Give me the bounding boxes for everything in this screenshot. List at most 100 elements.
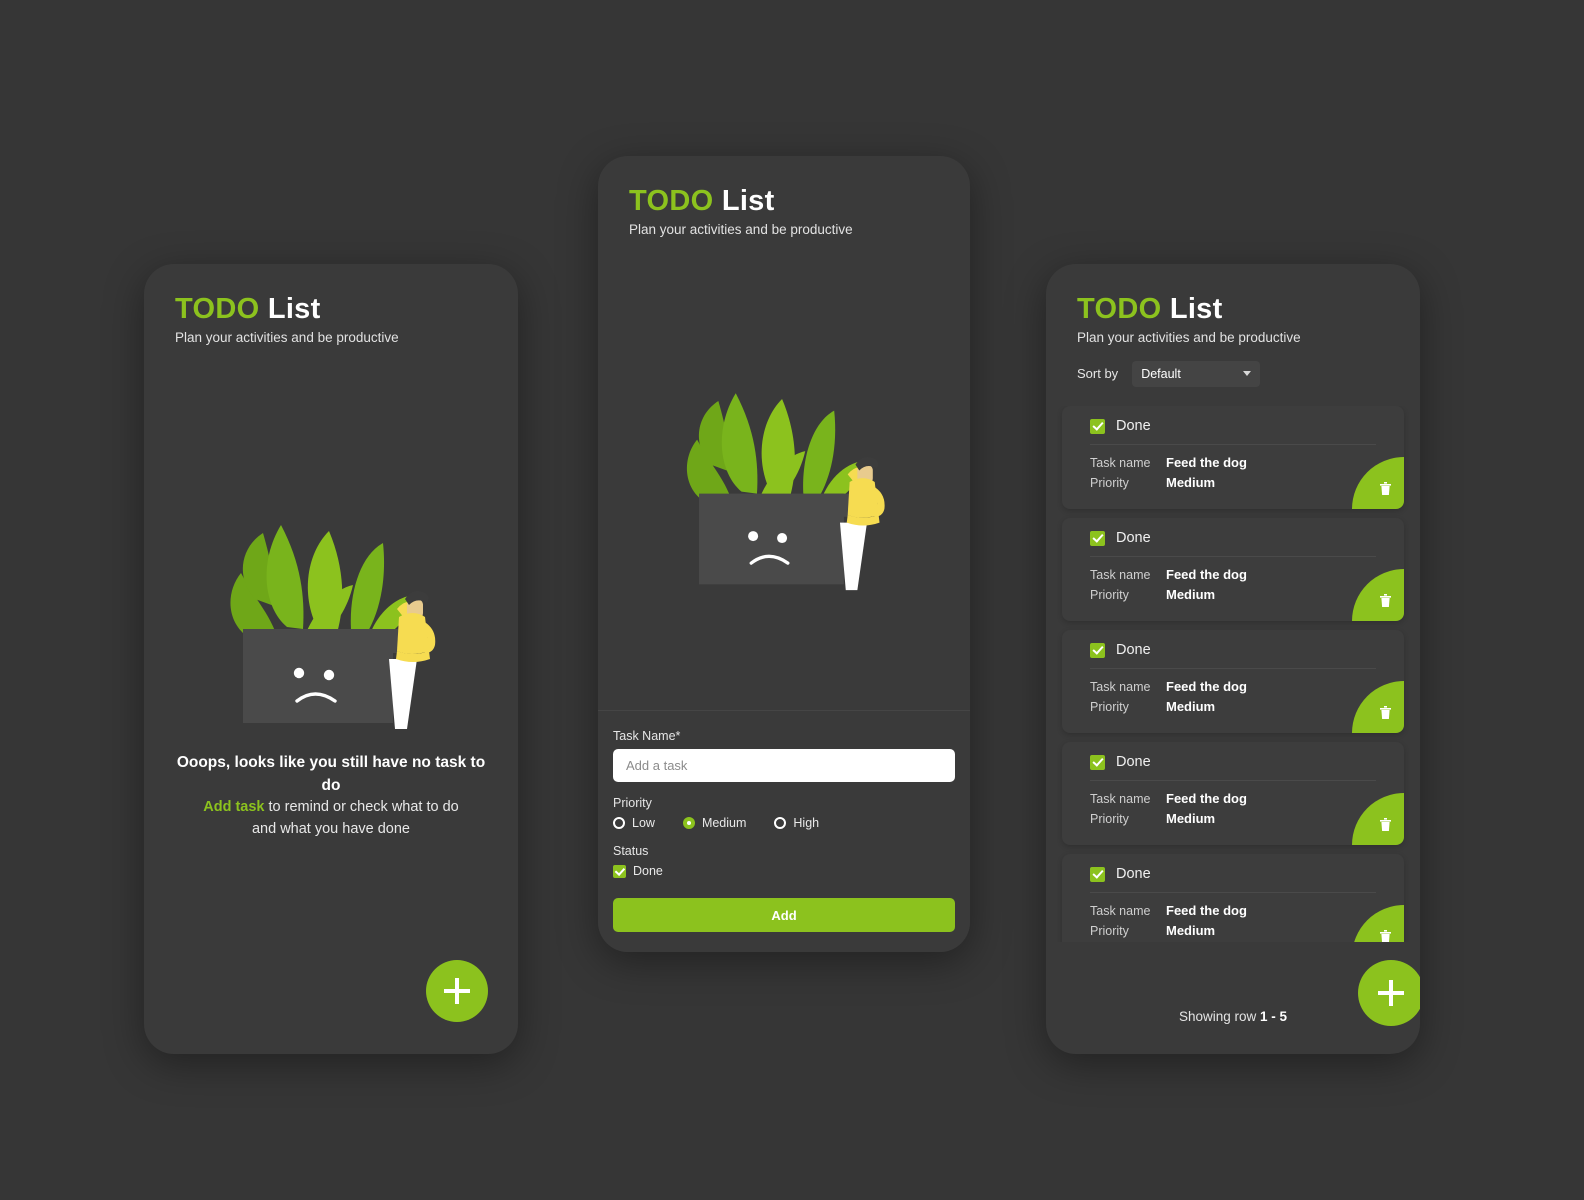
checkbox-checked-icon	[613, 864, 626, 878]
task-done-label: Done	[1116, 530, 1151, 546]
add-task-fab[interactable]	[426, 960, 488, 1022]
task-done-label: Done	[1116, 418, 1151, 434]
task-done-row[interactable]: Done	[1090, 418, 1376, 445]
task-done-label: Done	[1116, 642, 1151, 658]
app-header: TODO List Plan your activities and be pr…	[144, 264, 518, 345]
app-header-list: TODO List Plan your activities and be pr…	[1046, 264, 1420, 345]
task-name-value: Feed the dog	[1166, 567, 1247, 582]
sort-by-value: Default	[1141, 366, 1181, 381]
app-header-form: TODO List Plan your activities and be pr…	[598, 156, 970, 237]
mockup-stage: TODO List Plan your activities and be pr…	[0, 0, 1584, 1200]
task-priority-row: Priority Medium	[1090, 475, 1390, 490]
sort-by-dropdown[interactable]: Default	[1132, 360, 1261, 387]
task-name-key: Task name	[1090, 904, 1151, 918]
task-name-key: Task name	[1090, 568, 1151, 582]
phone-screen-list: TODO List Plan your activities and be pr…	[1046, 264, 1420, 1054]
checkbox-checked-icon[interactable]	[1090, 866, 1105, 882]
empty-folder-sad-face-icon	[686, 393, 885, 591]
plus-icon-vertical	[454, 978, 460, 1004]
title-list: List	[1169, 293, 1223, 325]
task-priority-key: Priority	[1090, 812, 1129, 826]
task-name-row: Task name Feed the dog	[1090, 903, 1390, 918]
checkbox-checked-icon[interactable]	[1090, 418, 1105, 434]
task-priority-value: Medium	[1166, 923, 1216, 938]
task-priority-value: Medium	[1166, 811, 1216, 826]
radio-icon-medium-selected	[682, 817, 695, 829]
empty-cta-line: Add task to remind or check what to do	[168, 797, 494, 819]
title-todo: TODO	[175, 293, 260, 325]
task-name-input[interactable]	[613, 749, 955, 782]
sort-bar: Sort by Default	[1046, 345, 1420, 387]
priority-label-medium: Medium	[701, 816, 747, 830]
task-row[interactable]: Done Task name Feed the dog Priority Medium	[1062, 630, 1404, 733]
trash-icon	[1380, 930, 1391, 942]
priority-option-high[interactable]: High	[774, 816, 819, 830]
phone-screen-form: TODO List Plan your activities and be pr…	[598, 156, 970, 952]
add-submit-button[interactable]: Add	[613, 898, 955, 932]
task-priority-key: Priority	[1090, 476, 1129, 490]
task-priority-key: Priority	[1090, 700, 1129, 714]
task-priority-value: Medium	[1166, 699, 1216, 714]
task-done-row[interactable]: Done	[1090, 642, 1376, 669]
app-subtitle: Plan your activities and be productive	[1077, 329, 1301, 345]
radio-icon-low	[613, 817, 625, 829]
trash-icon	[1380, 706, 1391, 719]
task-row[interactable]: Done Task name Feed the dog Priority Medium	[1062, 406, 1404, 509]
task-name-row: Task name Feed the dog	[1090, 679, 1390, 694]
checkbox-checked-icon[interactable]	[1090, 754, 1105, 770]
showing-range: 1 - 5	[1260, 1009, 1288, 1024]
title-list: List	[721, 185, 775, 217]
task-done-row[interactable]: Done	[1090, 530, 1376, 557]
add-task-form: Task Name* Priority Low Medium High Stat…	[598, 710, 970, 952]
title-todo: TODO	[629, 185, 714, 217]
empty-folder-sad-face-icon	[230, 524, 436, 729]
empty-line-3: and what you have done	[251, 821, 410, 838]
task-row[interactable]: Done Task name Feed the dog Priority Medium	[1062, 742, 1404, 845]
page-title-list: TODO List	[1077, 293, 1420, 326]
app-subtitle: Plan your activities and be productive	[175, 329, 399, 345]
task-done-row[interactable]: Done	[1090, 754, 1376, 781]
showing-prefix: Showing row	[1178, 1009, 1261, 1024]
sort-by-label: Sort by	[1077, 366, 1119, 382]
task-name-value: Feed the dog	[1166, 903, 1247, 918]
task-name-key: Task name	[1090, 680, 1151, 694]
task-row[interactable]: Done Task name Feed the dog Priority Medium	[1062, 854, 1404, 942]
checkbox-checked-icon[interactable]	[1090, 530, 1105, 546]
task-name-row: Task name Feed the dog	[1090, 791, 1390, 806]
task-priority-value: Medium	[1166, 587, 1216, 602]
priority-option-medium[interactable]: Medium	[682, 816, 747, 830]
task-name-key: Task name	[1090, 792, 1151, 806]
priority-label-high: High	[793, 816, 820, 830]
title-list: List	[267, 293, 321, 325]
add-task-fab[interactable]	[1358, 960, 1420, 1026]
task-done-label: Done	[1116, 866, 1151, 882]
priority-option-low[interactable]: Low	[613, 816, 655, 830]
empty-headline: Ooops, looks like you still have no task…	[176, 753, 486, 795]
status-done-label: Done	[633, 864, 663, 878]
task-name-key: Task name	[1090, 456, 1151, 470]
title-todo: TODO	[1077, 293, 1162, 325]
plus-icon-vertical	[1388, 980, 1394, 1006]
task-done-label: Done	[1116, 754, 1151, 770]
trash-icon	[1380, 482, 1391, 495]
phone-screen-empty: TODO List Plan your activities and be pr…	[144, 264, 518, 1054]
task-priority-row: Priority Medium	[1090, 923, 1390, 938]
status-done-checkbox[interactable]: Done	[613, 864, 955, 878]
task-row[interactable]: Done Task name Feed the dog Priority Medium	[1062, 518, 1404, 621]
priority-label: Priority	[613, 796, 652, 810]
task-name-row: Task name Feed the dog	[1090, 455, 1390, 470]
app-subtitle: Plan your activities and be productive	[629, 221, 853, 237]
checkbox-checked-icon[interactable]	[1090, 642, 1105, 658]
task-priority-key: Priority	[1090, 588, 1129, 602]
page-title-form: TODO List	[629, 185, 970, 218]
task-priority-value: Medium	[1166, 475, 1216, 490]
trash-icon	[1380, 594, 1391, 607]
add-task-link[interactable]: Add task	[203, 799, 264, 815]
task-name-row: Task name Feed the dog	[1090, 567, 1390, 582]
task-priority-row: Priority Medium	[1090, 811, 1390, 826]
empty-state-message: Ooops, looks like you still have no task…	[144, 751, 518, 841]
radio-icon-high	[774, 817, 787, 829]
task-done-row[interactable]: Done	[1090, 866, 1376, 893]
task-name-value: Feed the dog	[1166, 455, 1247, 470]
task-list[interactable]: Done Task name Feed the dog Priority Medium D…	[1046, 406, 1420, 942]
